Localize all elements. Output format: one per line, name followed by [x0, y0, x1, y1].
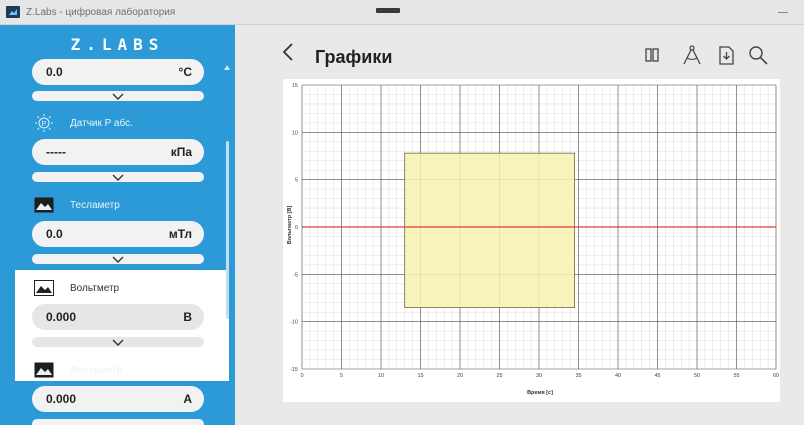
sensor-name: Амперметр: [70, 364, 123, 376]
x-tick-label: 55: [733, 373, 739, 379]
y-tick-label: -15: [290, 367, 298, 373]
expand-button[interactable]: [32, 419, 204, 425]
sensor-unit: В: [183, 310, 192, 324]
sensor-value-field: ----- кПа: [32, 139, 204, 165]
sensor-name: Датчик P абс.: [70, 117, 133, 129]
y-tick-label: 5: [295, 178, 298, 184]
sensor-value: 0.0: [46, 65, 63, 79]
sensor-unit: мТл: [168, 227, 192, 241]
window-titlebar: Z.Labs - цифровая лаборатория: [0, 0, 804, 25]
x-tick-label: 5: [340, 373, 343, 379]
sensor-sidebar: Z.LABS 0.0 °C P Датчик P абс. ----- кПа …: [0, 25, 235, 425]
header: Графики: [235, 25, 804, 79]
expand-button[interactable]: [32, 91, 204, 101]
sensor-name: Вольтметр: [70, 282, 120, 294]
sensor-value-field: 0.000 А: [32, 386, 204, 412]
scroll-up-arrow[interactable]: [224, 65, 230, 70]
sensor-unit: °C: [178, 65, 192, 79]
x-tick-label: 60: [773, 373, 779, 379]
x-tick-label: 15: [417, 373, 423, 379]
x-tick-label: 50: [694, 373, 700, 379]
sensor-value-field: 0.0 мТл: [32, 221, 204, 247]
search-icon[interactable]: [747, 45, 769, 65]
y-tick-label: -5: [293, 272, 298, 278]
sensor-image-icon: [34, 197, 54, 213]
page-title: Графики: [315, 47, 393, 67]
sidebar-scrollbar[interactable]: [226, 141, 229, 319]
expand-button[interactable]: [32, 337, 204, 347]
expand-button[interactable]: [32, 172, 204, 182]
voltage-time-chart[interactable]: 0 5 10 15 20 25 30 35 40 45 50 55 60151050-5-10-15 В…: [283, 79, 780, 402]
y-tick-label: 15: [292, 83, 298, 89]
sensor-header-voltmeter[interactable]: Вольтметр: [34, 280, 119, 296]
x-tick-label: 10: [378, 373, 384, 379]
compass-icon[interactable]: [681, 45, 703, 65]
export-icon[interactable]: [715, 45, 737, 65]
sensor-value-field: 0.0 °C: [32, 59, 204, 85]
selection-region: [404, 152, 575, 308]
sensor-value: 0.0: [46, 227, 63, 241]
y-axis-label: Вольтметр [В]: [287, 206, 293, 245]
x-tick-label: 25: [496, 373, 502, 379]
y-tick-label: 10: [292, 130, 298, 136]
app-icon: [6, 6, 20, 18]
window-title: Z.Labs - цифровая лаборатория: [26, 6, 176, 18]
expand-button[interactable]: [32, 254, 204, 264]
main-panel: Графики 0 5 10 15 20 25 30 35 40 45 50 55 60 15 10 5 0 -5…: [235, 25, 804, 425]
x-tick-label: 35: [575, 373, 581, 379]
chart-area[interactable]: 0 5 10 15 20 25 30 35 40 45 50 55 60 15 10 5 0 -5 -10 -15 В…: [283, 79, 780, 402]
back-arrow-icon[interactable]: [279, 42, 297, 62]
chevron-down-icon: [112, 93, 124, 100]
sensor-name: Тесламетр: [70, 199, 120, 211]
sensor-value: 0.000: [46, 392, 77, 406]
minimize-button[interactable]: [778, 12, 788, 13]
y-tick-label: 0: [295, 225, 298, 231]
sensor-image-icon: [34, 280, 54, 296]
chevron-down-icon: [112, 174, 124, 181]
columns-icon[interactable]: [641, 45, 663, 65]
pressure-sensor-icon: P: [34, 114, 54, 132]
sensor-header-pressure[interactable]: P Датчик P абс.: [34, 114, 133, 132]
sensor-header-ammeter[interactable]: Амперметр: [34, 362, 122, 378]
sensor-value-field: 0.000 В: [32, 304, 204, 330]
sensor-image-icon: [34, 362, 54, 378]
sensor-header-teslameter[interactable]: Тесламетр: [34, 197, 120, 213]
x-tick-label: 0: [300, 373, 303, 379]
sensor-value: 0.000: [46, 310, 77, 324]
chevron-down-icon: [112, 256, 124, 263]
x-axis-label: Время [с]: [527, 390, 553, 396]
window-drag-handle[interactable]: [376, 8, 400, 13]
brand-logo: Z.LABS: [70, 35, 165, 54]
svg-text:P: P: [42, 121, 47, 128]
sensor-value: -----: [46, 145, 66, 159]
sensor-unit: А: [183, 392, 192, 406]
x-tick-label: 20: [457, 373, 463, 379]
x-tick-label: 30: [536, 373, 542, 379]
x-tick-label: 40: [615, 373, 621, 379]
sensor-unit: кПа: [170, 145, 192, 159]
chevron-down-icon: [112, 339, 124, 346]
y-tick-label: -10: [290, 320, 298, 326]
x-tick-label: 45: [654, 373, 660, 379]
